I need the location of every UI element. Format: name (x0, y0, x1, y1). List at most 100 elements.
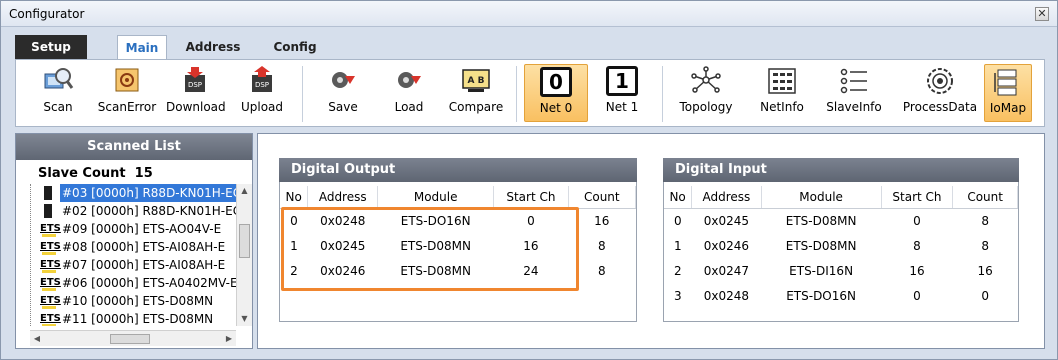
digital-input-group: Digital Input No Address Module Start Ch Cou… (663, 158, 1019, 322)
toolbar-separator (302, 66, 303, 122)
scanerror-button[interactable]: ScanError (96, 64, 158, 122)
title-bar: Configurator ✕ (1, 1, 1057, 27)
close-button[interactable]: ✕ (1035, 7, 1049, 21)
column-header[interactable]: Count (568, 186, 637, 209)
table-cell: ETS-D08MN (785, 213, 857, 228)
table-cell: 0 (674, 213, 682, 228)
scroll-thumb[interactable] (110, 334, 150, 344)
scan-button[interactable]: Scan (28, 64, 88, 122)
digital-input-title: Digital Input (663, 158, 1019, 182)
scan-label: Scan (43, 100, 73, 114)
digital-input-table: No Address Module Start Ch Count 0 0x0245 ETS-… (664, 186, 1018, 308)
slave-count-value: 15 (134, 166, 153, 181)
tab-setup[interactable]: Setup (15, 35, 87, 59)
toolbar-separator (662, 66, 663, 122)
scanned-list-header: Scanned List (16, 134, 252, 160)
ribbon-toolbar: Scan ScanError DSP Download DSP Upload S… (15, 59, 1045, 127)
save-button[interactable]: Save (318, 64, 368, 122)
table-row[interactable]: 0 0x0245 ETS-D08MN 0 8 (664, 208, 1018, 233)
tree-item[interactable]: ETS #11 [0000h] ETS-D08MN (30, 310, 246, 326)
netinfo-icon (768, 68, 796, 94)
column-header[interactable]: Count (952, 186, 1018, 209)
load-button[interactable]: Load (384, 64, 434, 122)
table-cell: 0x0245 (703, 213, 750, 228)
net0-button[interactable]: 0 Net 0 (524, 64, 588, 122)
column-header[interactable]: Address (307, 186, 379, 209)
tree-item[interactable]: ETS #09 [0000h] ETS-AO04V-E (30, 220, 246, 238)
table-row[interactable]: 2 0x0247 ETS-DI16N 16 16 (664, 258, 1018, 283)
scroll-right-icon[interactable]: ▶ (222, 331, 236, 346)
table-cell: 0x0248 (703, 288, 750, 303)
table-cell: 16 (909, 263, 925, 278)
tree-item[interactable]: #02 [0000h] R88D-KN01H-ECT (30, 202, 246, 220)
net1-button[interactable]: 1 Net 1 (594, 64, 650, 122)
column-header[interactable]: No (280, 186, 309, 209)
compare-icon: A B (462, 69, 490, 92)
column-header[interactable]: Address (691, 186, 762, 209)
tree-item-label: #06 [0000h] ETS-A0402MV-E (62, 276, 238, 290)
tab-address[interactable]: Address (183, 35, 243, 59)
tree-item[interactable]: ETS #10 [0000h] ETS-D08MN (30, 292, 246, 310)
netinfo-button[interactable]: NetInfo (754, 64, 810, 122)
table-cell: 0 (913, 213, 921, 228)
processdata-button[interactable]: ProcessData (902, 64, 978, 122)
scroll-thumb[interactable] (239, 224, 250, 258)
column-header[interactable]: Module (377, 186, 495, 209)
compare-ab-text: A B (468, 76, 485, 86)
iomap-label: IoMap (989, 101, 1027, 115)
tab-config[interactable]: Config (265, 35, 325, 59)
table-row[interactable]: 3 0x0248 ETS-DO16N 0 0 (664, 283, 1018, 308)
column-header[interactable]: Start Ch (881, 186, 954, 209)
table-cell: ETS-DI16N (789, 263, 854, 278)
topology-button[interactable]: Topology (672, 64, 740, 122)
upload-dsp-text: DSP (255, 81, 269, 89)
slaveinfo-label: SlaveInfo (826, 100, 882, 114)
tree-item[interactable]: ETS #07 [0000h] ETS-AI08AH-E (30, 256, 246, 274)
scroll-down-icon[interactable]: ▼ (237, 312, 252, 326)
compare-label: Compare (448, 100, 504, 114)
ets-module-icon: ETS (40, 257, 61, 273)
slaveinfo-button[interactable]: SlaveInfo (824, 64, 884, 122)
column-header[interactable]: No (664, 186, 693, 209)
slave-count: Slave Count 15 (38, 166, 153, 181)
tree-item[interactable]: ETS #06 [0000h] ETS-A0402MV-E (30, 274, 246, 292)
download-label: Download (166, 100, 226, 114)
download-icon: DSP (185, 67, 205, 92)
load-icon (398, 72, 421, 88)
tree-item[interactable]: #03 [0000h] R88D-KN01H-ECT (30, 184, 246, 202)
selection-highlight (281, 207, 579, 291)
compare-button[interactable]: A B Compare (446, 64, 506, 122)
scroll-left-icon[interactable]: ◀ (30, 331, 44, 346)
toolbar-separator (516, 66, 517, 122)
tree-item[interactable]: ETS #08 [0000h] ETS-AI08AH-E (30, 238, 246, 256)
ets-module-icon: ETS (40, 293, 61, 309)
ets-module-icon: ETS (40, 275, 61, 291)
topology-label: Topology (679, 100, 733, 114)
upload-button[interactable]: DSP Upload (234, 64, 290, 122)
tree-item-label: #07 [0000h] ETS-AI08AH-E (62, 258, 226, 272)
tab-main[interactable]: Main (117, 35, 167, 60)
tree-horizontal-scrollbar[interactable]: ◀ ▶ (30, 330, 236, 346)
net0-label: Net 0 (539, 101, 573, 115)
tree-vertical-scrollbar[interactable]: ▲ ▼ (236, 184, 252, 326)
table-cell: 8 (913, 238, 921, 253)
table-cell: 0 (981, 288, 989, 303)
slave-count-label: Slave Count (38, 166, 126, 181)
iomap-icon (994, 69, 1017, 96)
table-cell: 3 (674, 288, 682, 303)
scroll-up-icon[interactable]: ▲ (237, 184, 252, 198)
tree-item-label: #10 [0000h] ETS-D08MN (62, 294, 214, 308)
table-row[interactable]: 1 0x0246 ETS-D08MN 8 8 (664, 233, 1018, 258)
processdata-icon (927, 68, 953, 94)
save-icon (332, 72, 355, 88)
netinfo-label: NetInfo (760, 100, 804, 114)
io-map-panel: Digital Output No Address Module Start Ch Co… (257, 133, 1045, 349)
download-button[interactable]: DSP Download (166, 64, 226, 122)
processdata-label: ProcessData (902, 100, 978, 114)
save-label: Save (328, 100, 358, 114)
table-cell: 0x0247 (703, 263, 750, 278)
slave-tree[interactable]: #03 [0000h] R88D-KN01H-ECT #02 [0000h] R8… (30, 184, 246, 326)
iomap-button[interactable]: IoMap (984, 64, 1032, 122)
column-header[interactable]: Start Ch (493, 186, 569, 209)
column-header[interactable]: Module (761, 186, 882, 209)
